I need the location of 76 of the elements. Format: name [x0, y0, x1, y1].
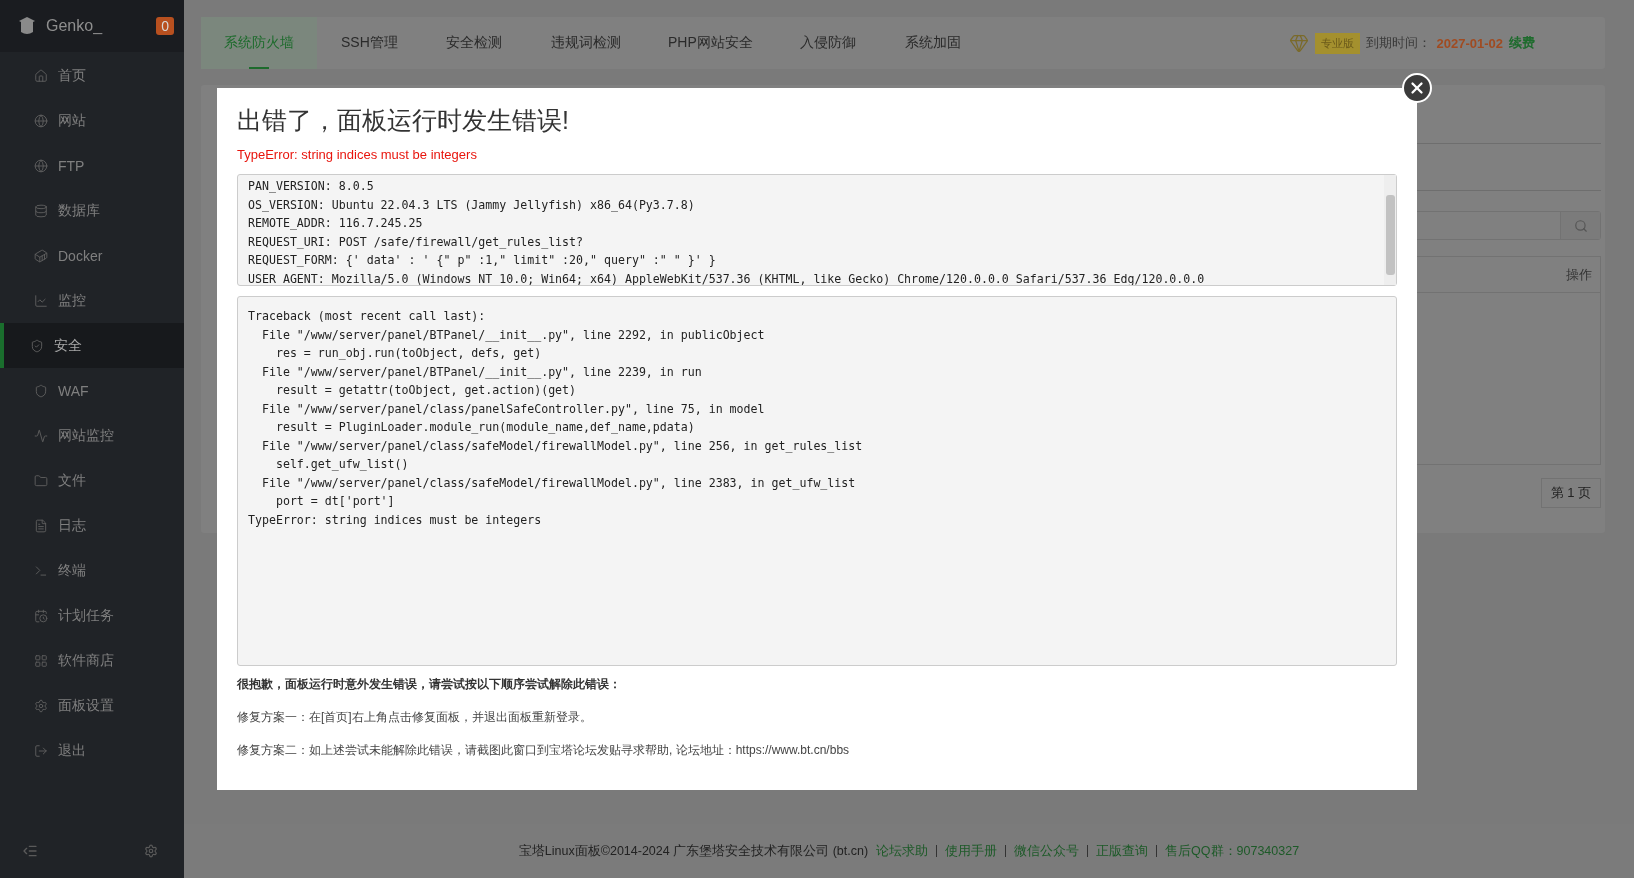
dialog-title: 出错了，面板运行时发生错误!	[237, 105, 570, 136]
diamond-icon	[1288, 33, 1309, 53]
expiry-label: 到期时间：	[1365, 34, 1431, 52]
tab[interactable]: 安全检测	[423, 17, 527, 69]
traceback-line: File "/www/server/panel/BTPanel/__init__.py", line 2292, in publicObject	[260, 326, 766, 344]
sidebar-item[interactable]: 网站	[0, 98, 184, 143]
sidebar-item[interactable]: 网站监控	[0, 413, 184, 458]
globe-icon	[34, 113, 48, 128]
traceback-line: result = PluginLoader.module_run(module_name,def_name,pdata)	[274, 419, 696, 436]
info-line: REQUEST_FORM: {' data' : ' {" p" :1," limit" :20," query" :" " }' }	[248, 252, 717, 269]
traceback-line: result = getattr(toObject, get.action)(get)	[274, 382, 578, 399]
traceback-line: Traceback (most recent call last):	[248, 308, 487, 325]
info-line: PAN_VERSION: 8.0.5	[248, 178, 375, 195]
logout-icon	[34, 743, 48, 758]
settings-icon[interactable]	[144, 844, 158, 858]
collapse-menu-icon[interactable]	[22, 843, 38, 859]
traceback-line: res = run_obj.run(toObject, defs, get)	[274, 345, 543, 362]
sidebar-item[interactable]: 安全	[0, 323, 184, 368]
info-line: REQUEST_URI: POST /safe/firewall/get_rules_list?	[248, 233, 585, 251]
sidebar-item[interactable]: 软件商店	[0, 638, 184, 683]
sidebar-item[interactable]: 终端	[0, 548, 184, 593]
tab[interactable]: 入侵防御	[776, 17, 881, 69]
scrollbar-thumb[interactable]	[1385, 195, 1395, 275]
database-icon	[34, 203, 48, 218]
sidebar-item[interactable]: 首页	[0, 53, 184, 98]
tab[interactable]: SSH管理	[318, 17, 422, 69]
home-icon	[34, 68, 48, 83]
expiry-date: 2027-01-02	[1436, 35, 1503, 51]
traceback-line: TypeError: string indices must be integers	[248, 511, 543, 529]
shield-check-icon	[30, 338, 44, 353]
shield-icon	[34, 383, 48, 398]
error-message: TypeError: string indices must be integers	[237, 147, 478, 162]
grid-icon	[34, 653, 48, 668]
help-step: 修复方案二：如上述尝试未能解除此错误，请截图此窗口到宝塔论坛发贴寻求帮助, 论坛地址：https://www.bt.cn/bbs	[237, 742, 1397, 759]
info-line: REMOTE_ADDR: 116.7.245.25	[248, 215, 424, 232]
info-line: OS_VERSION: Ubuntu 22.04.3 LTS (Jammy Jellyfish) x86_64(Py3.7.8)	[248, 196, 696, 214]
sidebar-item[interactable]: 监控	[0, 278, 184, 323]
sidebar-item[interactable]: WAF	[0, 368, 184, 413]
traceback-line: File "/www/server/panel/class/safeModel/firewallModel.py", line 256, in get_rules_list	[260, 437, 864, 455]
terminal-icon	[34, 563, 48, 578]
page-button[interactable]: 第 1 页	[1540, 478, 1601, 508]
tower-logo-icon	[18, 16, 36, 36]
tab[interactable]: 系统加固	[881, 17, 986, 69]
traceback-line: File "/www/server/panel/class/safeModel/firewallModel.py", line 2383, in get_ufw_list	[260, 474, 857, 492]
pulse-icon	[34, 428, 48, 443]
calendar-icon	[34, 608, 48, 623]
tab[interactable]: PHP网站安全	[645, 17, 776, 69]
search-button[interactable]	[1560, 212, 1600, 239]
sidebar-item[interactable]: FTP	[0, 143, 184, 188]
sidebar-item[interactable]: 退出	[0, 728, 184, 773]
brand-name: Genko_	[46, 17, 104, 35]
traceback-line: File "/www/server/panel/class/panelSafeController.py", line 75, in model	[260, 400, 766, 418]
traceback-line: File "/www/server/panel/BTPanel/__init__.py", line 2239, in run	[260, 363, 703, 381]
search-icon	[1573, 218, 1588, 233]
notification-badge[interactable]: 0	[156, 17, 174, 35]
sidebar-item[interactable]: Docker	[0, 233, 184, 278]
sidebar-item[interactable]: 面板设置	[0, 683, 184, 728]
traceback-line: self.get_ufw_list()	[274, 456, 410, 473]
sidebar-item[interactable]: 计划任务	[0, 593, 184, 638]
sidebar-item[interactable]: 数据库	[0, 188, 184, 233]
help-step: 修复方案一：在[首页]右上角点击修复面板，并退出面板重新登录。	[237, 709, 1397, 726]
chart-icon	[34, 293, 48, 308]
sidebar-item[interactable]: 文件	[0, 458, 184, 503]
traceback-line: port = dt['port']	[274, 493, 396, 510]
tab[interactable]: 违规词检测	[528, 17, 644, 69]
close-button[interactable]	[1402, 73, 1432, 103]
settings-icon	[34, 698, 48, 713]
close-icon	[1408, 79, 1426, 97]
copyright-text: 宝塔Linux面板©2014-2024 广东堡塔安全技术有限公司 (bt.cn)	[518, 842, 869, 860]
document-icon	[34, 518, 48, 533]
container-icon	[34, 248, 48, 263]
folder-icon	[34, 473, 48, 488]
globe-icon	[34, 158, 48, 173]
help-heading: 很抱歉，面板运行时意外发生错误，请尝试按以下顺序尝试解除此错误：	[237, 676, 622, 693]
info-line: USER_AGENT: Mozilla/5.0 (Windows NT 10.0; Win64; x64) AppleWebKit/537.36 (KHTML, like Gecko) Chrome/120.0.0.0 Safari/537.36 Edg/120.0.0.0	[248, 270, 1206, 285]
sidebar-item[interactable]: 日志	[0, 503, 184, 548]
